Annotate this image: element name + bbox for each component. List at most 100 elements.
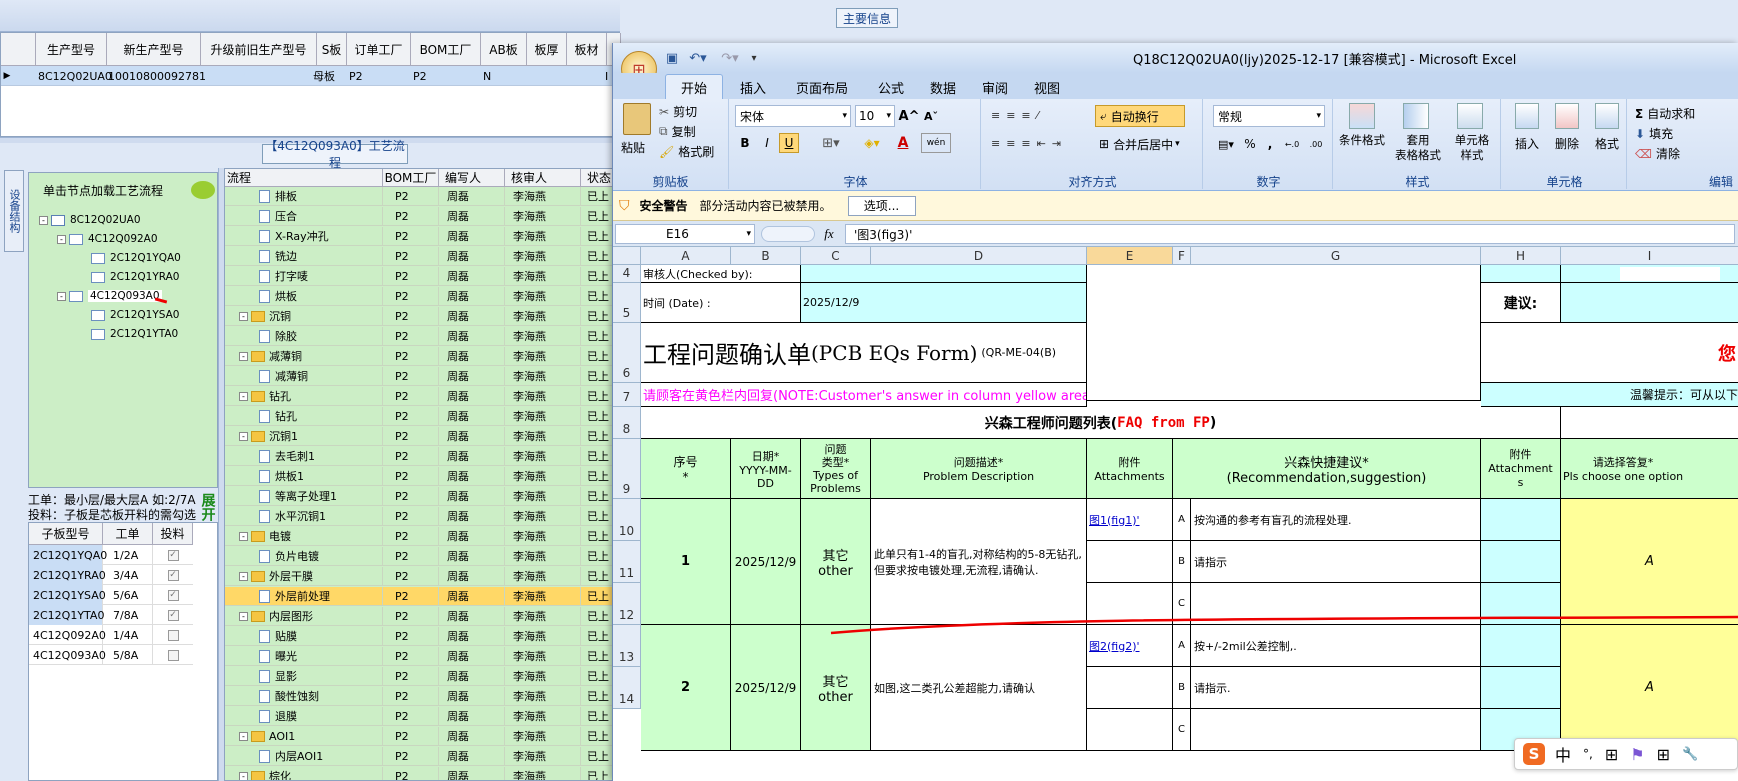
table-row[interactable]: ▶ 8C12Q02UA0 10010800092781 母板 P2 P2 N I xyxy=(1,66,621,86)
currency-icon[interactable]: ▤▾ xyxy=(1213,135,1239,153)
attach2-cell[interactable] xyxy=(1481,625,1561,667)
undo-icon[interactable]: ↶▾ xyxy=(683,49,713,67)
flow-row[interactable]: 负片电镀 P2 周磊 李海燕 已上 xyxy=(225,547,619,566)
cell[interactable] xyxy=(1561,265,1738,283)
vertical-align-icons[interactable]: ≡≡≡⁄ xyxy=(991,109,1075,125)
increase-decimal-button[interactable]: ←.0 xyxy=(1281,135,1303,153)
flow-row[interactable]: 铣边 P2 周磊 李海燕 已上 xyxy=(225,247,619,266)
col-header[interactable]: 工单 xyxy=(103,523,153,545)
insert-cells-icon[interactable] xyxy=(1515,103,1539,129)
formula-input[interactable]: '图3(fig3)' xyxy=(845,224,1735,244)
row-header[interactable]: 9 xyxy=(613,439,641,499)
name-box[interactable]: E16 ▾ xyxy=(615,224,755,244)
underline-button[interactable]: U xyxy=(779,133,799,153)
copy-button[interactable]: ⧉ 复制 xyxy=(659,123,696,140)
flow-row[interactable]: 等离子处理1 P2 周磊 李海燕 已上 xyxy=(225,487,619,506)
cell[interactable] xyxy=(1561,283,1738,323)
row-header[interactable]: 6 xyxy=(613,323,641,383)
row-header[interactable]: 11 xyxy=(613,541,641,583)
tab-data[interactable]: 数据 xyxy=(919,74,967,100)
keyboard-icon[interactable]: ⊞ xyxy=(1605,745,1618,764)
attach2-cell[interactable] xyxy=(1481,667,1561,709)
skin-icon[interactable]: ⚑ xyxy=(1630,745,1644,764)
feed-checkbox[interactable] xyxy=(153,645,193,665)
conditional-format-button[interactable]: 条件格式 xyxy=(1335,133,1389,147)
table-row[interactable]: 2C12Q1YTA0 7/8A ✓ xyxy=(29,605,193,625)
flow-row[interactable]: 退膜 P2 周磊 李海燕 已上 xyxy=(225,707,619,726)
cell[interactable] xyxy=(1561,407,1738,439)
column-header-selected[interactable]: E xyxy=(1087,247,1173,265)
answer-cell[interactable]: A xyxy=(1561,625,1738,751)
collapse-icon[interactable]: - xyxy=(39,215,48,225)
tab-insert[interactable]: 插入 xyxy=(729,74,777,100)
ime-mode[interactable]: 中 xyxy=(1555,742,1571,766)
format-cells-icon[interactable] xyxy=(1595,103,1619,129)
flow-row[interactable]: 曝光 P2 周磊 李海燕 已上 xyxy=(225,647,619,666)
col-header[interactable]: S板 xyxy=(317,33,347,66)
flow-row[interactable]: - 沉铜1 P2 周磊 李海燕 已上 xyxy=(225,427,619,446)
cell-styles-icon[interactable] xyxy=(1457,103,1483,129)
col-header[interactable]: 升级前旧生产型号 xyxy=(201,33,317,66)
save-icon[interactable]: ▣ xyxy=(663,49,681,67)
attach2-cell[interactable] xyxy=(1481,541,1561,583)
font-name-select[interactable]: 宋体 ▾ xyxy=(735,105,851,127)
italic-button[interactable]: I xyxy=(757,133,777,153)
sogou-logo-icon[interactable]: S xyxy=(1523,743,1545,765)
border-icon[interactable]: ⊞▾ xyxy=(813,133,849,153)
format-painter-button[interactable]: 🖌 格式刷 xyxy=(659,143,714,160)
date-value[interactable]: 2025/12/9 xyxy=(801,283,1087,323)
comma-button[interactable]: , xyxy=(1261,135,1279,153)
flow-row[interactable]: 贴膜 P2 周磊 李海燕 已上 xyxy=(225,627,619,646)
collapse-icon[interactable]: - xyxy=(239,771,248,780)
attach2-cell[interactable] xyxy=(1481,499,1561,541)
col-header[interactable]: BOM工厂 xyxy=(411,33,481,66)
row-header[interactable]: 8 xyxy=(613,407,641,439)
paste-icon[interactable] xyxy=(623,103,651,135)
cell[interactable] xyxy=(1087,265,1481,401)
row-header[interactable]: 14 xyxy=(613,667,641,709)
column-header[interactable]: D xyxy=(871,247,1087,265)
customize-qat-icon[interactable]: ▾ xyxy=(747,49,761,67)
font-color-button[interactable]: A xyxy=(889,133,917,153)
tree-node[interactable]: -4C12Q092A0 xyxy=(57,230,158,248)
font-size-select[interactable]: 10 ▾ xyxy=(855,105,895,127)
col-header[interactable]: 子板型号 xyxy=(29,523,103,545)
attach2-cell[interactable] xyxy=(1481,583,1561,625)
table-row[interactable]: 4C12Q092A0 1/4A xyxy=(29,625,193,645)
collapse-icon[interactable]: - xyxy=(239,571,248,581)
autosum-button[interactable]: Σ 自动求和 xyxy=(1635,105,1695,122)
tree-node[interactable]: -8C12Q02UA0 xyxy=(39,211,141,229)
flow-row[interactable]: 减薄铜 P2 周磊 李海燕 已上 xyxy=(225,367,619,386)
collapse-icon[interactable]: - xyxy=(239,731,248,741)
percent-button[interactable]: % xyxy=(1241,135,1259,153)
insert-button[interactable]: 插入 xyxy=(1507,135,1547,152)
col-header[interactable]: 编写人 xyxy=(439,169,505,187)
column-header[interactable]: H xyxy=(1481,247,1561,265)
tab-review[interactable]: 审阅 xyxy=(971,74,1019,100)
col-header[interactable]: 新生产型号 xyxy=(107,33,201,66)
col-header[interactable]: BOM工厂 xyxy=(383,169,439,187)
collapse-icon[interactable]: - xyxy=(239,311,248,321)
column-header[interactable]: B xyxy=(731,247,801,265)
column-header[interactable]: G xyxy=(1191,247,1481,265)
flow-row[interactable]: 压合 P2 周磊 李海燕 已上 xyxy=(225,207,619,226)
column-header[interactable]: F xyxy=(1173,247,1191,265)
insert-function-button[interactable]: fx xyxy=(817,224,841,244)
flow-row[interactable]: 除胶 P2 周磊 李海燕 已上 xyxy=(225,327,619,346)
col-header[interactable]: 核审人 xyxy=(505,169,581,187)
row-header[interactable]: 7 xyxy=(613,383,641,407)
flow-row[interactable]: 显影 P2 周磊 李海燕 已上 xyxy=(225,667,619,686)
toolbox-icon[interactable]: ⊞ xyxy=(1657,745,1670,764)
horizontal-align-icons[interactable]: ≡≡≡⇤⇥ xyxy=(991,137,1091,153)
table-row[interactable]: 2C12Q1YQA0 1/2A ✓ xyxy=(29,545,193,565)
decrease-decimal-button[interactable]: .00 xyxy=(1305,135,1327,153)
collapse-icon[interactable]: - xyxy=(239,431,248,441)
row-header[interactable]: 5 xyxy=(613,283,641,323)
merge-center-button[interactable]: ⊞ 合并后居中 ▾ xyxy=(1095,133,1195,155)
table-row[interactable]: 4C12Q093A0 5/8A xyxy=(29,645,193,665)
tab-home[interactable]: 开始 xyxy=(665,74,723,100)
tab-view[interactable]: 视图 xyxy=(1023,74,1071,100)
row-header[interactable]: 13 xyxy=(613,625,641,667)
col-header[interactable]: 订单工厂 xyxy=(347,33,411,66)
conditional-format-icon[interactable] xyxy=(1349,103,1375,129)
